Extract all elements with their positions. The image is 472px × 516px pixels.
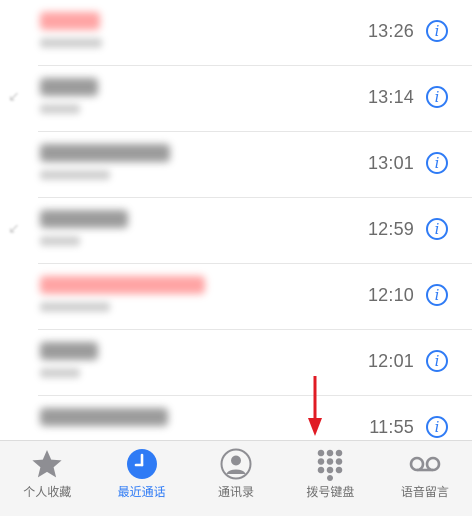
call-time: 13:26 (367, 21, 414, 41)
caller-name-redacted (40, 276, 205, 294)
caller-name-redacted (40, 144, 170, 162)
call-row[interactable]: 12:01 i (0, 330, 472, 396)
info-icon[interactable]: i (426, 86, 448, 108)
tab-recents[interactable]: 最近通话 (94, 441, 188, 516)
call-row[interactable]: 12:10 i (0, 264, 472, 330)
tab-contacts[interactable]: 通讯录 (189, 441, 283, 516)
star-icon (32, 450, 62, 478)
call-row[interactable]: ↙ 13:14 i (0, 66, 472, 132)
info-icon[interactable]: i (426, 350, 448, 372)
tab-label: 通讯录 (218, 485, 255, 499)
call-time: 13:14 (367, 87, 414, 107)
tab-bar: 个人收藏 最近通话 通讯录 拨号键盘 语音留言 (0, 440, 472, 516)
annotation-arrow-icon (308, 376, 322, 436)
tab-label: 最近通话 (117, 485, 166, 499)
tab-label: 语音留言 (400, 485, 449, 499)
call-type-redacted (40, 170, 110, 180)
call-time: 12:10 (367, 285, 414, 305)
tab-favorites[interactable]: 个人收藏 (0, 441, 94, 516)
recent-calls-list: 13:26 i ↙ 13:14 i 13:01 i ↙ 12:59 i 12:10 i 12:01 i 11… (0, 0, 472, 440)
caller-name-redacted (40, 78, 98, 96)
call-row[interactable]: 11:55 i (0, 396, 472, 440)
call-type-redacted (40, 302, 110, 312)
call-row[interactable]: 13:26 i (0, 0, 472, 66)
info-icon[interactable]: i (426, 152, 448, 174)
info-icon[interactable]: i (426, 218, 448, 240)
tab-label: 拨号键盘 (306, 485, 355, 499)
tab-label: 个人收藏 (23, 485, 72, 499)
outgoing-call-icon: ↙ (8, 88, 20, 104)
caller-name-redacted (40, 210, 128, 228)
info-icon[interactable]: i (426, 284, 448, 306)
outgoing-call-icon: ↙ (8, 220, 20, 236)
call-row[interactable]: ↙ 12:59 i (0, 198, 472, 264)
info-icon[interactable]: i (426, 416, 448, 438)
tab-keypad[interactable]: 拨号键盘 (283, 441, 377, 516)
keypad-icon (318, 449, 343, 481)
tab-voicemail[interactable]: 语音留言 (378, 441, 472, 516)
call-time: 12:59 (367, 219, 414, 239)
voicemail-icon (409, 456, 441, 472)
caller-name-redacted (40, 12, 100, 30)
call-time: 12:01 (367, 351, 414, 371)
call-type-redacted (40, 368, 80, 378)
call-row[interactable]: 13:01 i (0, 132, 472, 198)
call-time: 13:01 (367, 153, 414, 173)
contacts-icon (220, 448, 252, 480)
caller-name-redacted (40, 408, 168, 426)
call-time: 11:55 (369, 417, 414, 437)
call-type-redacted (40, 104, 80, 114)
caller-name-redacted (40, 342, 98, 360)
call-type-redacted (40, 38, 102, 48)
call-type-redacted (40, 236, 80, 246)
info-icon[interactable]: i (426, 20, 448, 42)
clock-icon (126, 449, 157, 479)
